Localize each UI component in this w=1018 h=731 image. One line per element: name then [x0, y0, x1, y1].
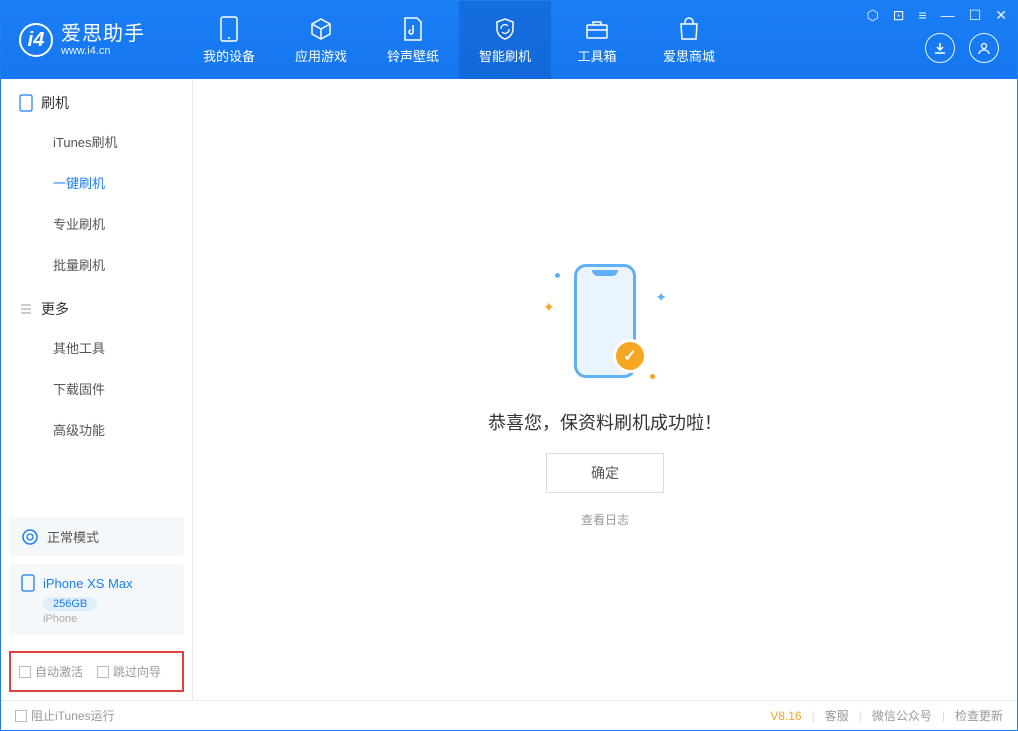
logo-area: i4 爱思助手 www.i4.cn — [1, 23, 163, 57]
footer-link-wechat[interactable]: 微信公众号 — [872, 707, 932, 724]
nav-ringtone-wallpaper[interactable]: 铃声壁纸 — [367, 1, 459, 79]
separator: | — [942, 709, 945, 723]
sparkle-icon: ✦ — [543, 299, 555, 316]
body-layout: 刷机 iTunes刷机 一键刷机 专业刷机 批量刷机 更多 其他工具 下载固件 … — [1, 79, 1017, 700]
checkbox-box-icon — [15, 710, 27, 722]
sidebar-item-pro-flash[interactable]: 专业刷机 — [1, 203, 192, 244]
success-illustration: ✦ ✓ ✦ — [525, 251, 685, 391]
sidebar-item-itunes-flash[interactable]: iTunes刷机 — [1, 121, 192, 162]
storage-badge: 256GB — [43, 597, 97, 611]
close-button[interactable]: ✕ — [995, 7, 1007, 24]
group-title: 刷机 — [41, 93, 69, 113]
footer-link-update[interactable]: 检查更新 — [955, 707, 1003, 724]
sidebar-group-more: 更多 — [1, 285, 192, 327]
list-icon — [19, 302, 33, 316]
checkbox-label: 自动激活 — [35, 663, 83, 680]
checkmark-badge-icon: ✓ — [613, 339, 647, 373]
sidebar-item-advanced[interactable]: 高级功能 — [1, 409, 192, 450]
shop-bag-icon — [676, 16, 702, 42]
sidebar: 刷机 iTunes刷机 一键刷机 专业刷机 批量刷机 更多 其他工具 下载固件 … — [1, 79, 193, 700]
version-label: V8.16 — [770, 709, 801, 723]
phone-outline-icon — [19, 94, 33, 112]
footer-link-support[interactable]: 客服 — [825, 707, 849, 724]
grid-icon[interactable]: ⊡ — [893, 7, 905, 24]
activation-options: 自动激活 跳过向导 — [9, 651, 184, 692]
separator: | — [812, 709, 815, 723]
app-header: i4 爱思助手 www.i4.cn 我的设备 应用游戏 铃声壁纸 — [1, 1, 1017, 79]
checkbox-skip-guide[interactable]: 跳过向导 — [97, 663, 161, 680]
phone-icon — [216, 16, 242, 42]
main-nav: 我的设备 应用游戏 铃声壁纸 智能刷机 工具箱 — [183, 1, 735, 79]
success-message: 恭喜您，保资料刷机成功啦！ — [488, 409, 722, 435]
cube-icon — [308, 16, 334, 42]
device-type: iPhone — [43, 613, 172, 625]
nav-apps-games[interactable]: 应用游戏 — [275, 1, 367, 79]
sidebar-item-oneclick-flash[interactable]: 一键刷机 — [1, 162, 192, 203]
user-icon — [977, 41, 991, 55]
sidebar-item-batch-flash[interactable]: 批量刷机 — [1, 244, 192, 285]
checkbox-box-icon — [97, 666, 109, 678]
nav-label: 应用游戏 — [295, 46, 347, 65]
sidebar-item-download-firmware[interactable]: 下载固件 — [1, 368, 192, 409]
sidebar-item-other-tools[interactable]: 其他工具 — [1, 327, 192, 368]
user-button[interactable] — [969, 33, 999, 63]
nav-label: 铃声壁纸 — [387, 46, 439, 65]
nav-shop[interactable]: 爱思商城 — [643, 1, 735, 79]
toolbox-icon — [584, 16, 610, 42]
shirt-icon[interactable]: ⬡ — [867, 7, 879, 24]
refresh-shield-icon — [492, 16, 518, 42]
checkbox-box-icon — [19, 666, 31, 678]
nav-label: 我的设备 — [203, 46, 255, 65]
nav-label: 爱思商城 — [663, 46, 715, 65]
nav-label: 工具箱 — [577, 46, 616, 65]
nav-toolbox[interactable]: 工具箱 — [551, 1, 643, 79]
app-subtitle: www.i4.cn — [61, 45, 145, 57]
logo-text: 爱思助手 www.i4.cn — [61, 23, 145, 57]
group-title: 更多 — [41, 299, 69, 319]
mode-label: 正常模式 — [47, 527, 99, 546]
device-phone-icon — [21, 574, 35, 592]
footer-right: V8.16 | 客服 | 微信公众号 | 检查更新 — [770, 707, 1003, 724]
music-file-icon — [400, 16, 426, 42]
device-card[interactable]: iPhone XS Max 256GB iPhone — [9, 564, 184, 635]
separator: | — [859, 709, 862, 723]
sparkle-icon: ✦ — [655, 289, 667, 306]
maximize-button[interactable]: ☐ — [969, 7, 982, 24]
checkbox-auto-activate[interactable]: 自动激活 — [19, 663, 83, 680]
menu-icon[interactable]: ≡ — [919, 7, 927, 24]
ok-button[interactable]: 确定 — [546, 453, 664, 493]
nav-label: 智能刷机 — [479, 46, 531, 65]
view-log-link[interactable]: 查看日志 — [581, 511, 629, 528]
footer: 阻止iTunes运行 V8.16 | 客服 | 微信公众号 | 检查更新 — [1, 700, 1017, 730]
decor-dot-icon — [555, 273, 560, 278]
nav-my-device[interactable]: 我的设备 — [183, 1, 275, 79]
header-right-buttons — [925, 33, 999, 63]
download-button[interactable] — [925, 33, 955, 63]
checkbox-label: 跳过向导 — [113, 663, 161, 680]
decor-dot-icon — [650, 374, 655, 379]
minimize-button[interactable]: — — [941, 7, 955, 24]
checkbox-block-itunes[interactable]: 阻止iTunes运行 — [15, 707, 115, 724]
device-name-row: iPhone XS Max — [21, 574, 172, 592]
sidebar-bottom: 正常模式 iPhone XS Max 256GB iPhone — [1, 509, 192, 643]
sync-icon — [21, 528, 39, 546]
checkbox-label: 阻止iTunes运行 — [31, 707, 115, 724]
device-name: iPhone XS Max — [43, 576, 133, 591]
nav-smart-flash[interactable]: 智能刷机 — [459, 1, 551, 79]
download-icon — [933, 41, 947, 55]
mode-status-card[interactable]: 正常模式 — [9, 517, 184, 556]
sidebar-group-flash: 刷机 — [1, 79, 192, 121]
logo-icon: i4 — [19, 23, 53, 57]
app-title: 爱思助手 — [61, 23, 145, 45]
window-controls: ⬡ ⊡ ≡ — ☐ ✕ — [867, 7, 1007, 24]
main-content: ✦ ✓ ✦ 恭喜您，保资料刷机成功啦！ 确定 查看日志 — [193, 79, 1017, 700]
